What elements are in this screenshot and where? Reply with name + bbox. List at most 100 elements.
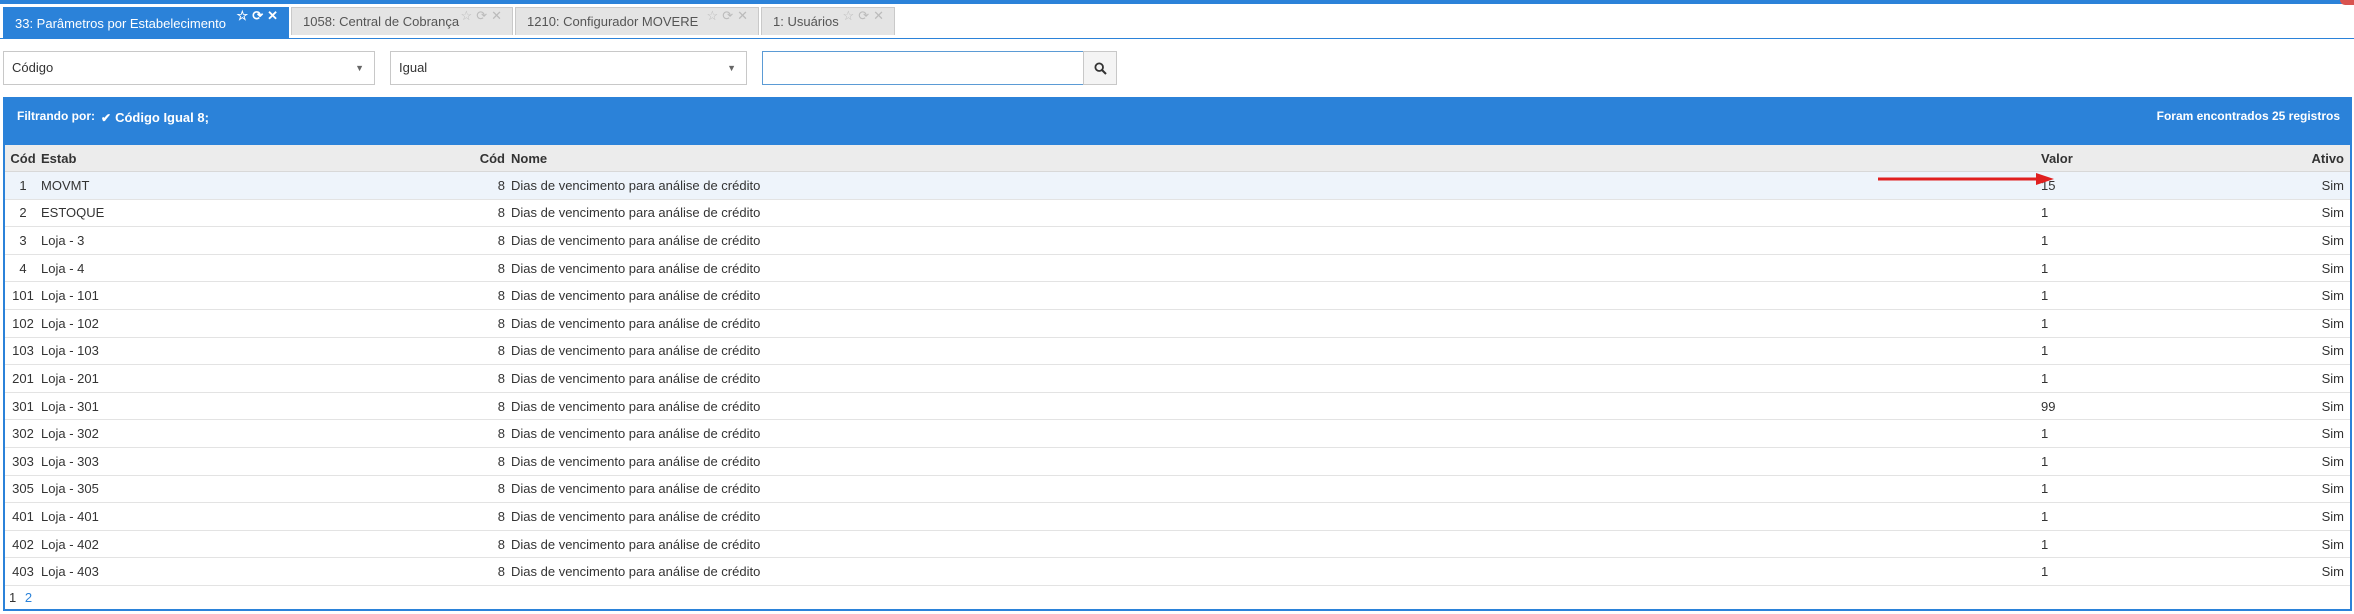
tab-configurador-movere[interactable]: 1210: Configurador MOVERE ☆⟳✕ <box>515 7 759 35</box>
table-row[interactable]: 102 Loja - 102 8 Dias de vencimento para an… <box>5 309 2350 338</box>
cell-ativo: Sim <box>2241 502 2350 531</box>
cell-cod: 403 <box>5 557 41 586</box>
cell-estab: Loja - 102 <box>41 309 341 338</box>
cell-cod-param: 8 <box>341 254 511 283</box>
cell-valor: 1 <box>2041 199 2241 228</box>
cell-cod-param: 8 <box>341 364 511 393</box>
cell-estab: Loja - 3 <box>41 226 341 255</box>
cell-cod: 103 <box>5 337 41 366</box>
close-icon[interactable]: ✕ <box>267 8 282 23</box>
column-header-cod-param[interactable]: Cód <box>341 145 511 172</box>
cell-cod-param: 8 <box>341 199 511 228</box>
tab-label: 1: Usuários <box>773 14 839 29</box>
cell-estab: MOVMT <box>41 171 341 200</box>
search-input[interactable] <box>762 51 1084 85</box>
cell-ativo: Sim <box>2241 337 2350 366</box>
cell-ativo: Sim <box>2241 392 2350 421</box>
star-icon[interactable]: ☆ <box>237 8 253 23</box>
cell-cod: 301 <box>5 392 41 421</box>
table-row[interactable]: 303 Loja - 303 8 Dias de vencimento para an… <box>5 447 2350 476</box>
page-2[interactable]: 2 <box>25 590 32 605</box>
cell-cod: 201 <box>5 364 41 393</box>
active-filter-text: Código Igual 8; <box>115 110 209 125</box>
page-1[interactable]: 1 <box>9 590 16 605</box>
table-row[interactable]: 3 Loja - 3 8 Dias de vencimento para anális… <box>5 226 2350 255</box>
star-icon[interactable]: ☆ <box>707 8 723 23</box>
table-row[interactable]: 301 Loja - 301 8 Dias de vencimento para an… <box>5 392 2350 421</box>
cell-estab: Loja - 103 <box>41 337 341 366</box>
column-header-estab[interactable]: Estab <box>41 145 341 172</box>
cell-nome: Dias de vencimento para análise de crédi… <box>511 281 2041 310</box>
column-header-valor[interactable]: Valor <box>2041 145 2241 172</box>
cell-cod: 305 <box>5 475 41 504</box>
tab-usuarios[interactable]: 1: Usuários ☆⟳✕ <box>761 7 895 35</box>
cell-cod-param: 8 <box>341 557 511 586</box>
refresh-icon[interactable]: ⟳ <box>858 8 873 23</box>
refresh-icon[interactable]: ⟳ <box>252 8 267 23</box>
result-count: Foram encontrados 25 registros <box>2156 109 2340 123</box>
cell-estab: Loja - 402 <box>41 530 341 559</box>
tab-central-cobranca[interactable]: 1058: Central de Cobrança ☆⟳✕ <box>291 7 513 35</box>
table-row[interactable]: 4 Loja - 4 8 Dias de vencimento para anális… <box>5 254 2350 283</box>
cell-valor: 99 <box>2041 392 2241 421</box>
tab-bar: 33: Parâmetros por Estabelecimento ☆⟳✕ 1… <box>0 5 2354 39</box>
cell-ativo: Sim <box>2241 557 2350 586</box>
cell-valor: 1 <box>2041 254 2241 283</box>
cell-nome: Dias de vencimento para análise de crédi… <box>511 475 2041 504</box>
cell-cod: 2 <box>5 199 41 228</box>
cell-cod: 303 <box>5 447 41 476</box>
annotation-arrow <box>1878 173 2054 185</box>
tab-parametros-estabelecimento[interactable]: 33: Parâmetros por Estabelecimento ☆⟳✕ <box>3 7 289 39</box>
column-header-ativo[interactable]: Ativo <box>2241 145 2350 172</box>
close-icon[interactable]: ✕ <box>873 8 888 23</box>
close-icon[interactable]: ✕ <box>491 8 506 23</box>
cell-estab: Loja - 301 <box>41 392 341 421</box>
cell-nome: Dias de vencimento para análise de crédi… <box>511 171 2041 200</box>
cell-estab: Loja - 403 <box>41 557 341 586</box>
results-table: Cód Estab Cód Nome Valor Ativo 1 MOVMT 8 Di… <box>5 145 2350 586</box>
cell-ativo: Sim <box>2241 171 2350 200</box>
search-icon <box>1093 61 1107 75</box>
cell-cod: 402 <box>5 530 41 559</box>
star-icon[interactable]: ☆ <box>461 8 477 23</box>
star-icon[interactable]: ☆ <box>843 8 859 23</box>
column-header-cod[interactable]: Cód <box>5 145 41 172</box>
cell-nome: Dias de vencimento para análise de crédi… <box>511 502 2041 531</box>
table-row[interactable]: 2 ESTOQUE 8 Dias de vencimento para análise… <box>5 199 2350 228</box>
cell-cod-param: 8 <box>341 392 511 421</box>
refresh-icon[interactable]: ⟳ <box>476 8 491 23</box>
tab-label: 33: Parâmetros por Estabelecimento <box>15 16 226 31</box>
column-header-nome[interactable]: Nome <box>511 145 2041 172</box>
cell-ativo: Sim <box>2241 226 2350 255</box>
table-row[interactable]: 401 Loja - 401 8 Dias de vencimento para an… <box>5 502 2350 531</box>
cell-nome: Dias de vencimento para análise de crédi… <box>511 254 2041 283</box>
cell-estab: Loja - 303 <box>41 447 341 476</box>
cell-cod: 3 <box>5 226 41 255</box>
refresh-icon[interactable]: ⟳ <box>722 8 737 23</box>
table-row[interactable]: 305 Loja - 305 8 Dias de vencimento para an… <box>5 475 2350 504</box>
cell-ativo: Sim <box>2241 419 2350 448</box>
results-header: Filtrando por: ✔ Código Igual 8; Foram en… <box>5 99 2350 145</box>
cell-ativo: Sim <box>2241 364 2350 393</box>
cell-estab: Loja - 305 <box>41 475 341 504</box>
cell-ativo: Sim <box>2241 309 2350 338</box>
table-row[interactable]: 402 Loja - 402 8 Dias de vencimento para an… <box>5 530 2350 559</box>
field-select[interactable]: Código ▼ <box>3 51 375 85</box>
cell-cod-param: 8 <box>341 171 511 200</box>
search-button[interactable] <box>1083 51 1117 85</box>
filter-label: Filtrando por: <box>17 109 95 123</box>
table-row[interactable]: 403 Loja - 403 8 Dias de vencimento para an… <box>5 557 2350 586</box>
cell-ativo: Sim <box>2241 281 2350 310</box>
close-icon[interactable]: ✕ <box>737 8 752 23</box>
filter-bar: Código ▼ Igual ▼ <box>0 51 1200 85</box>
table-row[interactable]: 302 Loja - 302 8 Dias de vencimento para an… <box>5 419 2350 448</box>
cell-valor: 1 <box>2041 309 2241 338</box>
table-row[interactable]: 103 Loja - 103 8 Dias de vencimento para an… <box>5 337 2350 366</box>
table-row[interactable]: 101 Loja - 101 8 Dias de vencimento para an… <box>5 281 2350 310</box>
operator-select[interactable]: Igual ▼ <box>390 51 747 85</box>
cell-valor: 1 <box>2041 364 2241 393</box>
active-filter-chip[interactable]: ✔ Código Igual 8; <box>101 110 209 125</box>
table-row[interactable]: 201 Loja - 201 8 Dias de vencimento para an… <box>5 364 2350 393</box>
cell-estab: Loja - 401 <box>41 502 341 531</box>
tab-actions: ☆⟳✕ <box>707 9 752 23</box>
